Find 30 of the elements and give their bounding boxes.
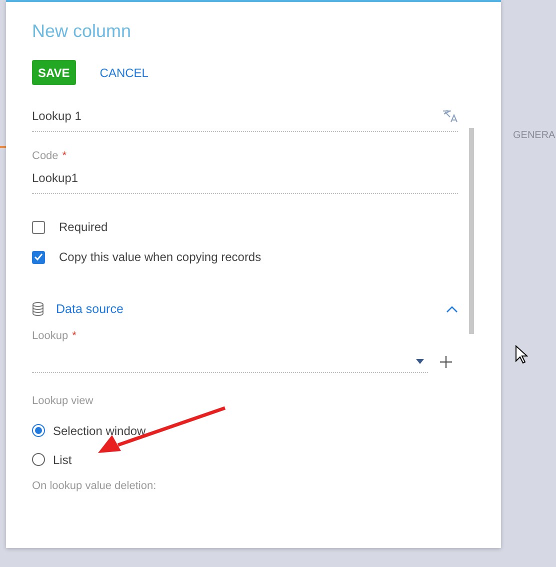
plus-icon[interactable] xyxy=(440,356,452,368)
field-label: Code xyxy=(32,150,58,162)
field-value: Lookup 1 xyxy=(32,109,82,123)
text-field[interactable]: Lookup 1 xyxy=(32,109,458,132)
group-label: On lookup value deletion: xyxy=(32,480,158,492)
radio-label: List xyxy=(53,452,72,466)
database-icon xyxy=(32,302,44,316)
field-label: Lookup xyxy=(32,330,68,342)
cursor-icon xyxy=(515,345,528,364)
cancel-button[interactable]: CANCEL xyxy=(94,60,154,85)
field-value: Lookup1 xyxy=(32,171,78,185)
radio-label: Selection window xyxy=(53,424,146,438)
section-title[interactable]: Data source xyxy=(56,302,124,316)
checkbox-label: Copy this value when copying records xyxy=(59,250,262,264)
radio-button[interactable] xyxy=(32,453,45,466)
text-field[interactable]: Code * Lookup1 xyxy=(32,150,458,194)
scrollbar[interactable] xyxy=(469,128,474,334)
group-label: Lookup view xyxy=(32,395,94,407)
checkbox[interactable] xyxy=(32,220,45,234)
required-mark: * xyxy=(62,150,67,162)
required-mark: * xyxy=(72,330,76,342)
radio-button[interactable] xyxy=(32,424,45,437)
save-button[interactable]: SAVE xyxy=(32,60,76,85)
dialog-title: New column xyxy=(32,21,132,42)
checkbox-label: Required xyxy=(59,220,108,234)
caret-icon[interactable] xyxy=(416,359,424,364)
translate-icon[interactable] xyxy=(442,109,458,123)
checkbox[interactable] xyxy=(32,250,45,264)
background-tab[interactable]: GENERA xyxy=(501,126,556,149)
chevron-up-icon[interactable] xyxy=(446,306,458,312)
